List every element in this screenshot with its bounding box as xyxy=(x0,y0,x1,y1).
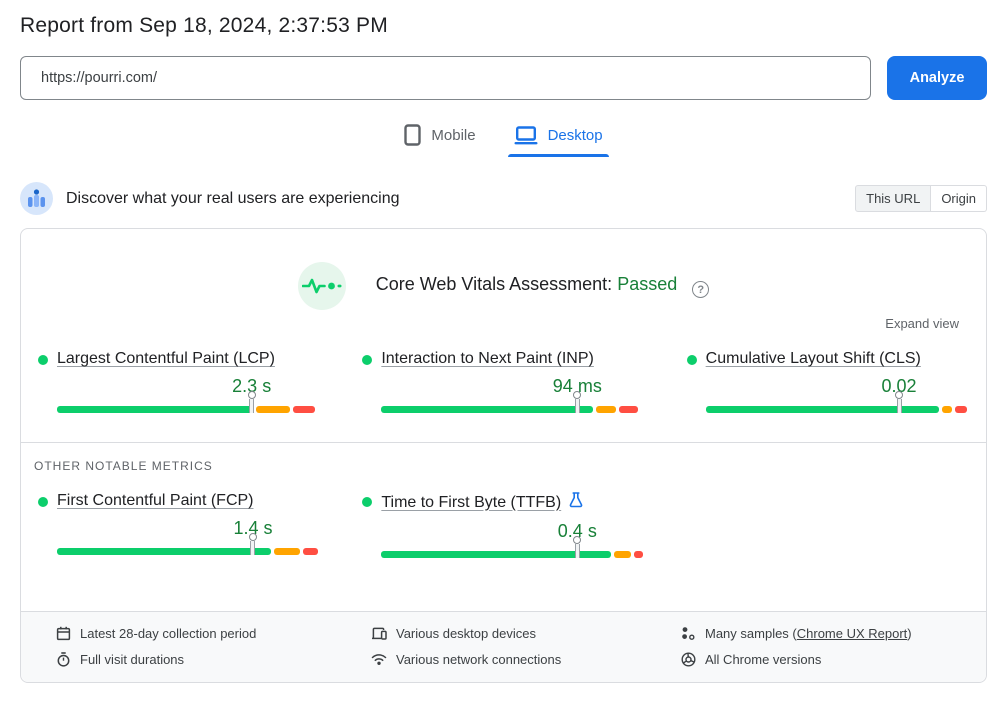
cwv-assessment-result: Passed xyxy=(617,273,678,294)
collection-info-footer: Latest 28-day collection period Full vis… xyxy=(21,611,986,682)
phone-icon xyxy=(404,124,422,146)
pulse-icon xyxy=(297,262,346,310)
metric-inp: Interaction to Next Paint (INP) 94 ms xyxy=(362,350,642,413)
field-data-title: Discover what your real users are experi… xyxy=(66,189,400,207)
url-form: Analyze xyxy=(20,56,987,100)
samples-suffix: ) xyxy=(907,625,912,641)
tab-mobile-label: Mobile xyxy=(431,126,476,144)
distribution-bar xyxy=(381,551,643,558)
other-metrics-label: OTHER NOTABLE METRICS xyxy=(34,459,213,473)
device-tabs: Mobile Desktop xyxy=(0,124,1007,157)
visit-durations-label: Full visit durations xyxy=(80,651,185,667)
metric-ttfb: Time to First Byte (TTFB) 0.4 s xyxy=(362,492,643,558)
field-data-card: Core Web Vitals Assessment: Passed ? Exp… xyxy=(20,228,987,683)
scope-this-url-button[interactable]: This URL xyxy=(855,185,932,212)
distribution-bar xyxy=(57,548,318,555)
metric-lcp: Largest Contentful Paint (LCP) 2.3 s xyxy=(38,350,318,413)
laptop-icon xyxy=(514,125,538,145)
collection-period-item: Latest 28-day collection period xyxy=(56,626,371,641)
tab-desktop[interactable]: Desktop xyxy=(507,124,609,157)
samples-dots-icon xyxy=(681,626,696,641)
metric-link-inp[interactable]: Interaction to Next Paint (INP) xyxy=(381,350,594,368)
help-icon[interactable]: ? xyxy=(692,281,710,299)
samples-label: Many samples (Chrome UX Report) xyxy=(705,626,912,641)
calendar-icon xyxy=(56,626,71,641)
chrome-versions-item: All Chrome versions xyxy=(681,652,976,667)
field-data-header: Discover what your real users are experi… xyxy=(20,182,987,215)
real-users-icon xyxy=(20,182,53,215)
wifi-network-icon xyxy=(371,652,387,666)
visit-durations-item: Full visit durations xyxy=(56,652,371,667)
chrome-versions-label: All Chrome versions xyxy=(705,651,822,667)
good-status-dot xyxy=(362,355,373,365)
stopwatch-icon xyxy=(56,651,71,667)
metric-link-ttfb[interactable]: Time to First Byte (TTFB) xyxy=(381,494,561,512)
metric-cls: Cumulative Layout Shift (CLS) 0.02 xyxy=(686,350,967,413)
network-connections-label: Various network connections xyxy=(396,651,562,667)
distribution-bar xyxy=(381,406,642,413)
experimental-flask-icon[interactable] xyxy=(569,492,583,513)
scope-toggle: This URL Origin xyxy=(855,185,987,212)
metric-fcp: First Contentful Paint (FCP) 1.4 s xyxy=(38,492,318,558)
desktop-devices-item: Various desktop devices xyxy=(371,626,681,641)
cwv-assessment-header: Core Web Vitals Assessment: Passed ? xyxy=(21,262,986,310)
core-metrics-row: Largest Contentful Paint (LCP) 2.3 s Int… xyxy=(21,350,986,413)
expand-view-link[interactable]: Expand view xyxy=(885,316,959,331)
page-title: Report from Sep 18, 2024, 2:37:53 PM xyxy=(20,14,388,37)
desktop-devices-label: Various desktop devices xyxy=(396,625,536,641)
good-status-dot xyxy=(38,355,48,365)
samples-item: Many samples (Chrome UX Report) xyxy=(681,626,976,641)
cwv-assessment-label: Core Web Vitals Assessment: xyxy=(375,273,613,294)
metric-link-lcp[interactable]: Largest Contentful Paint (LCP) xyxy=(57,350,275,368)
distribution-bar xyxy=(57,406,318,413)
chrome-ux-report-link[interactable]: Chrome UX Report xyxy=(797,626,908,641)
samples-prefix: Many samples ( xyxy=(705,625,797,641)
chrome-icon xyxy=(681,651,696,667)
metric-link-fcp[interactable]: First Contentful Paint (FCP) xyxy=(57,492,254,510)
collection-period-label: Latest 28-day collection period xyxy=(80,625,257,641)
distribution-bar xyxy=(705,406,967,413)
good-status-dot xyxy=(38,497,48,507)
other-metrics-row: First Contentful Paint (FCP) 1.4 s Time … xyxy=(21,492,986,558)
analyze-button[interactable]: Analyze xyxy=(887,56,987,100)
good-status-dot xyxy=(362,497,373,507)
url-input[interactable] xyxy=(20,56,871,100)
section-divider xyxy=(21,442,986,443)
tab-mobile[interactable]: Mobile xyxy=(404,124,476,157)
good-status-dot xyxy=(686,355,697,365)
metric-link-cls[interactable]: Cumulative Layout Shift (CLS) xyxy=(706,350,921,368)
network-connections-item: Various network connections xyxy=(371,652,681,667)
tab-desktop-label: Desktop xyxy=(547,126,603,144)
scope-origin-button[interactable]: Origin xyxy=(931,185,987,212)
cwv-assessment-title: Core Web Vitals Assessment: Passed ? xyxy=(376,274,710,299)
devices-icon xyxy=(371,626,387,641)
